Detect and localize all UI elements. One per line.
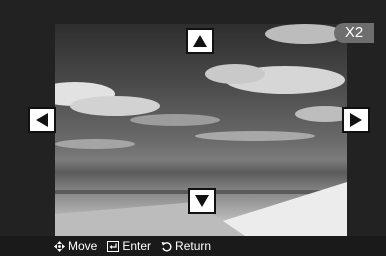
- return-hint-label: Return: [175, 239, 212, 253]
- zoom-level-badge: X2: [334, 23, 374, 43]
- arrow-left-icon: [36, 113, 48, 127]
- arrow-down-icon: [195, 195, 209, 207]
- pan-up-button[interactable]: [186, 28, 214, 54]
- move-icon: [54, 240, 65, 252]
- return-icon: [161, 241, 172, 252]
- enter-hint: Enter: [107, 239, 151, 253]
- help-bar: Move Enter Return: [0, 236, 386, 256]
- pan-left-button[interactable]: [28, 107, 56, 133]
- arrow-up-icon: [193, 35, 207, 47]
- arrow-right-icon: [350, 113, 362, 127]
- pan-right-button[interactable]: [342, 107, 370, 133]
- move-hint: Move: [54, 239, 97, 253]
- enter-hint-label: Enter: [122, 239, 152, 253]
- return-hint: Return: [161, 239, 211, 253]
- move-hint-label: Move: [68, 239, 98, 253]
- pan-down-button[interactable]: [188, 188, 216, 214]
- enter-icon: [107, 240, 120, 252]
- photo-viewer-screen: X2: [0, 0, 386, 236]
